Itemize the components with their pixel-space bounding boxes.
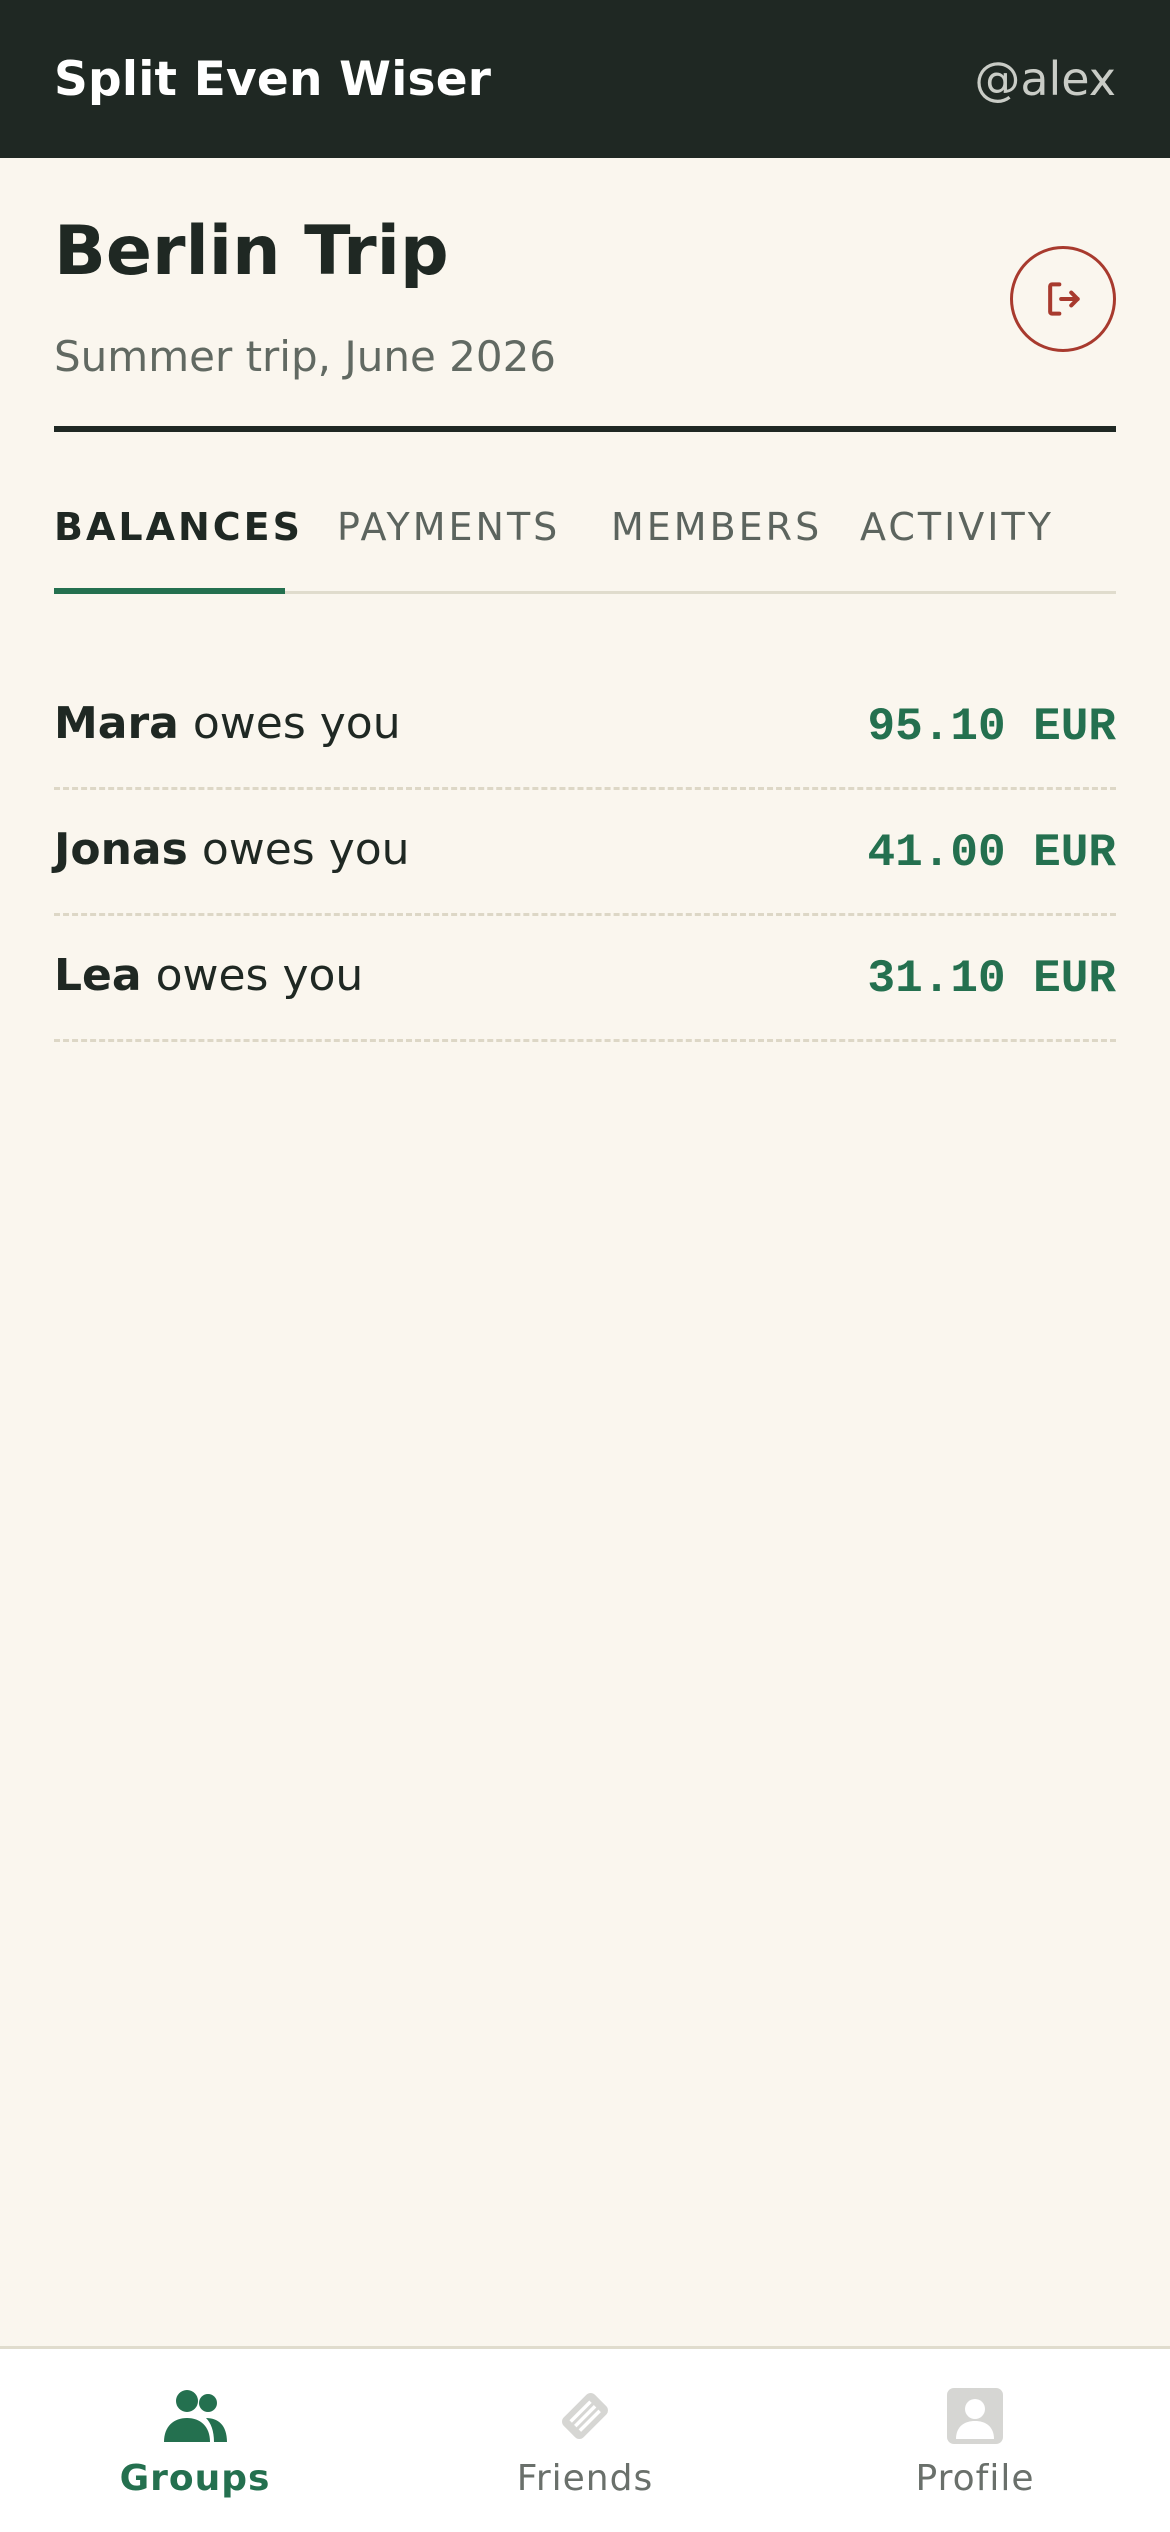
nav-friends-label: Friends xyxy=(516,2458,654,2499)
balance-amount: 95.10 EUR xyxy=(867,701,1116,753)
balance-row[interactable]: Jonas owes you 41.00 EUR xyxy=(54,790,1116,916)
balance-description: Mara owes you xyxy=(54,702,401,746)
bottom-navigation: Groups Friends Profile xyxy=(0,2346,1170,2532)
balances-list: Mara owes you 95.10 EUR Jonas owes you 4… xyxy=(54,664,1116,1042)
balance-description: Jonas owes you xyxy=(54,828,410,872)
app-title: Split Even Wiser xyxy=(54,51,492,107)
balance-relation: owes you xyxy=(192,698,401,749)
balance-relation: owes you xyxy=(201,824,410,875)
balance-amount: 41.00 EUR xyxy=(867,827,1116,879)
group-tabs: BALANCES PAYMENTS MEMBERS ACTIVITY xyxy=(54,432,1116,594)
active-tab-indicator xyxy=(54,588,285,594)
handshake-icon xyxy=(550,2385,620,2447)
nav-profile[interactable]: Profile xyxy=(780,2349,1170,2532)
app-screen: Split Even Wiser @alex Berlin Trip Summe… xyxy=(0,0,1170,2532)
nav-groups[interactable]: Groups xyxy=(0,2349,390,2532)
tab-activity[interactable]: ACTIVITY xyxy=(860,508,1054,546)
balance-amount: 31.10 EUR xyxy=(867,953,1116,1005)
profile-icon xyxy=(940,2385,1010,2447)
tab-payments[interactable]: PAYMENTS xyxy=(337,508,560,546)
nav-groups-label: Groups xyxy=(119,2458,271,2499)
group-subtitle: Summer trip, June 2026 xyxy=(54,332,557,381)
tab-balances[interactable]: BALANCES xyxy=(54,508,303,546)
nav-friends[interactable]: Friends xyxy=(390,2349,780,2532)
group-header: Berlin Trip Summer trip, June 2026 xyxy=(54,158,1116,432)
groups-icon xyxy=(160,2385,230,2447)
group-title: Berlin Trip xyxy=(54,212,449,291)
nav-profile-label: Profile xyxy=(915,2458,1035,2499)
top-app-bar: Split Even Wiser @alex xyxy=(0,0,1170,158)
balance-row[interactable]: Mara owes you 95.10 EUR xyxy=(54,664,1116,790)
logout-icon xyxy=(1041,277,1085,321)
balance-description: Lea owes you xyxy=(54,954,363,998)
balance-row[interactable]: Lea owes you 31.10 EUR xyxy=(54,916,1116,1042)
leave-group-button[interactable] xyxy=(1010,246,1116,352)
username-label[interactable]: @alex xyxy=(974,52,1116,106)
debtor-name: Mara xyxy=(54,698,179,749)
debtor-name: Jonas xyxy=(54,824,188,875)
balance-relation: owes you xyxy=(155,950,364,1001)
debtor-name: Lea xyxy=(54,950,142,1001)
tab-members[interactable]: MEMBERS xyxy=(611,508,822,546)
